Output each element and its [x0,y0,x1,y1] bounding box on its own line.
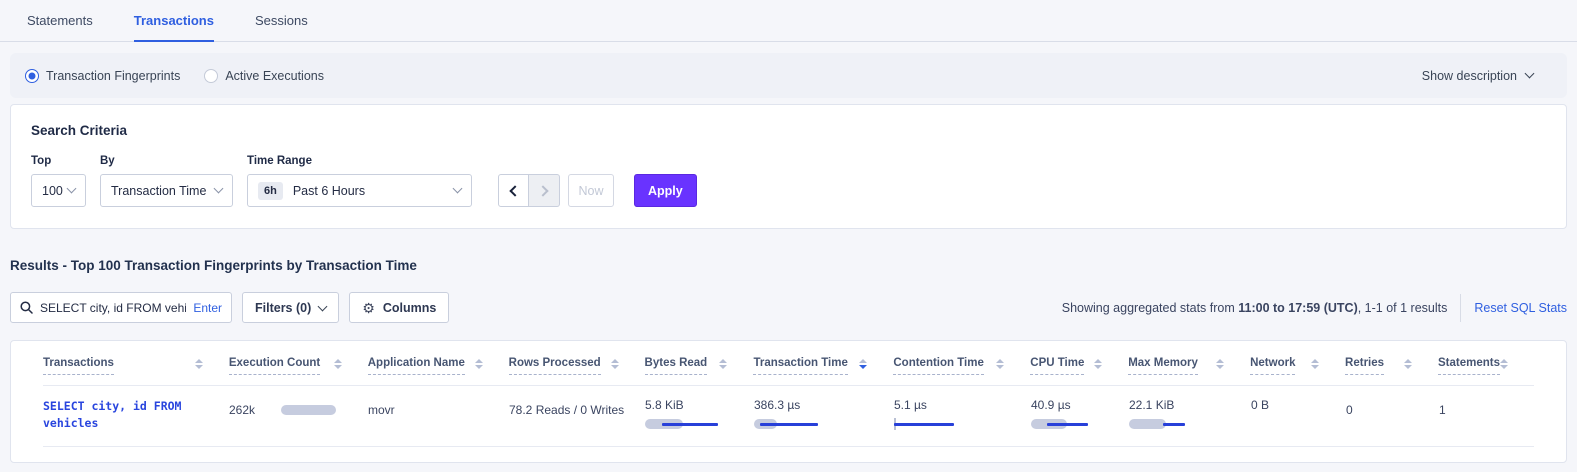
radio-label: Active Executions [225,69,324,83]
search-input[interactable] [40,301,186,315]
column-header-transactions: Transactions [43,353,229,385]
top-label: Top [31,155,86,167]
search-criteria-card: Search Criteria Top 100 By Transaction T… [10,104,1567,229]
network-cell: 0 B [1251,398,1346,432]
transaction-fingerprint-link[interactable]: SELECT city, id FROM vehicles [43,398,217,432]
previous-window-button[interactable] [498,174,529,207]
sort-icon[interactable] [1500,359,1508,369]
sort-icon[interactable] [195,359,203,369]
tab-statements[interactable]: Statements [27,0,93,42]
column-header-retries: Retries [1345,353,1438,385]
search-criteria-title: Search Criteria [31,123,1546,138]
vertical-divider [1460,294,1461,322]
column-header-max-memory: Max Memory [1128,353,1250,385]
column-header-transaction-time: Transaction Time [753,353,893,385]
top-select[interactable]: 100 [31,174,86,207]
sort-icon[interactable] [334,359,342,369]
max-memory-bar [1129,418,1239,430]
aggregated-stats-text: Showing aggregated stats from 11:00 to 1… [1062,301,1448,315]
cpu-time-cell: 40.9 µs [1031,398,1129,432]
radio-transaction-fingerprints[interactable]: Transaction Fingerprints [25,69,180,83]
statements-cell: 1 [1439,398,1534,432]
results-table-card: Transactions Execution Count Application… [10,340,1567,463]
table-row: SELECT city, id FROM vehicles 262k movr … [43,385,1534,447]
contention-time-cell: 5.1 µs [894,398,1031,432]
radio-selected-icon[interactable] [25,69,39,83]
execution-count-bar [281,405,336,415]
rows-processed-cell: 78.2 Reads / 0 Writes [509,398,645,432]
tab-bar: Statements Transactions Sessions [0,0,1577,42]
time-range-badge: 6h [258,182,283,200]
search-icon [20,301,33,314]
by-select-value: Transaction Time [111,184,206,198]
sort-icon[interactable] [1311,359,1319,369]
reset-sql-stats-link[interactable]: Reset SQL Stats [1474,301,1567,315]
by-select[interactable]: Transaction Time [100,174,233,207]
execution-count-cell: 262k [229,398,368,432]
sort-icon[interactable] [475,359,483,369]
transaction-time-cell: 386.3 µs [754,398,894,432]
results-controls: Enter Filters (0) ⚙ Columns Showing aggr… [10,292,1567,323]
column-header-application-name: Application Name [368,353,509,385]
by-label: By [100,155,233,167]
chevron-down-icon [453,184,463,194]
time-range-label: Time Range [247,155,472,167]
bytes-read-cell: 5.8 KiB [645,398,754,432]
table-header-row: Transactions Execution Count Application… [43,353,1534,385]
view-mode-band: Transaction Fingerprints Active Executio… [10,53,1567,98]
time-range-select[interactable]: 6h Past 6 Hours [247,174,472,207]
transaction-time-bar [754,418,882,430]
chevron-down-icon [67,184,77,194]
show-description-label: Show description [1422,69,1517,83]
results-heading: Results - Top 100 Transaction Fingerprin… [10,258,1567,273]
column-header-contention-time: Contention Time [893,353,1030,385]
tab-sessions[interactable]: Sessions [255,0,308,42]
cpu-time-bar [1031,418,1117,430]
chevron-left-icon [509,185,520,196]
column-header-rows-processed: Rows Processed [509,353,645,385]
transaction-fingerprint-cell: SELECT city, id FROM vehicles [43,398,229,432]
radio-active-executions[interactable]: Active Executions [204,69,324,83]
retries-cell: 0 [1346,398,1439,432]
search-enter-button[interactable]: Enter [193,301,222,315]
column-header-execution-count: Execution Count [229,353,368,385]
sort-icon[interactable] [1216,359,1224,369]
chevron-down-icon [214,184,224,194]
sort-icon[interactable] [1404,359,1412,369]
now-button[interactable]: Now [568,174,614,207]
chevron-down-icon [1525,69,1535,79]
gear-icon: ⚙ [362,301,375,315]
sort-icon[interactable] [1094,359,1102,369]
column-header-network: Network [1250,353,1345,385]
column-header-statements: Statements [1438,353,1534,385]
column-header-bytes-read: Bytes Read [645,353,754,385]
apply-button[interactable]: Apply [634,174,697,207]
radio-unselected-icon[interactable] [204,69,218,83]
max-memory-cell: 22.1 KiB [1129,398,1251,432]
sort-icon[interactable] [719,359,727,369]
contention-time-bar [894,418,1019,430]
top-select-value: 100 [42,184,63,198]
time-range-value: Past 6 Hours [293,184,365,198]
application-name-cell: movr [368,398,509,432]
tab-transactions[interactable]: Transactions [134,0,214,42]
show-description-toggle[interactable]: Show description [1422,69,1533,83]
sort-icon[interactable] [611,359,619,369]
column-header-cpu-time: CPU Time [1030,353,1128,385]
sort-icon[interactable] [859,359,867,369]
chevron-right-icon [537,185,548,196]
time-window-nav [498,174,560,207]
filters-button[interactable]: Filters (0) [242,292,339,323]
radio-label: Transaction Fingerprints [46,69,180,83]
columns-button[interactable]: ⚙ Columns [349,292,449,323]
next-window-button[interactable] [529,174,560,207]
statement-search-box[interactable]: Enter [10,292,232,323]
bytes-read-bar [645,418,742,430]
sort-icon[interactable] [996,359,1004,369]
chevron-down-icon [318,302,328,312]
filters-label: Filters (0) [255,301,311,315]
columns-label: Columns [383,301,436,315]
